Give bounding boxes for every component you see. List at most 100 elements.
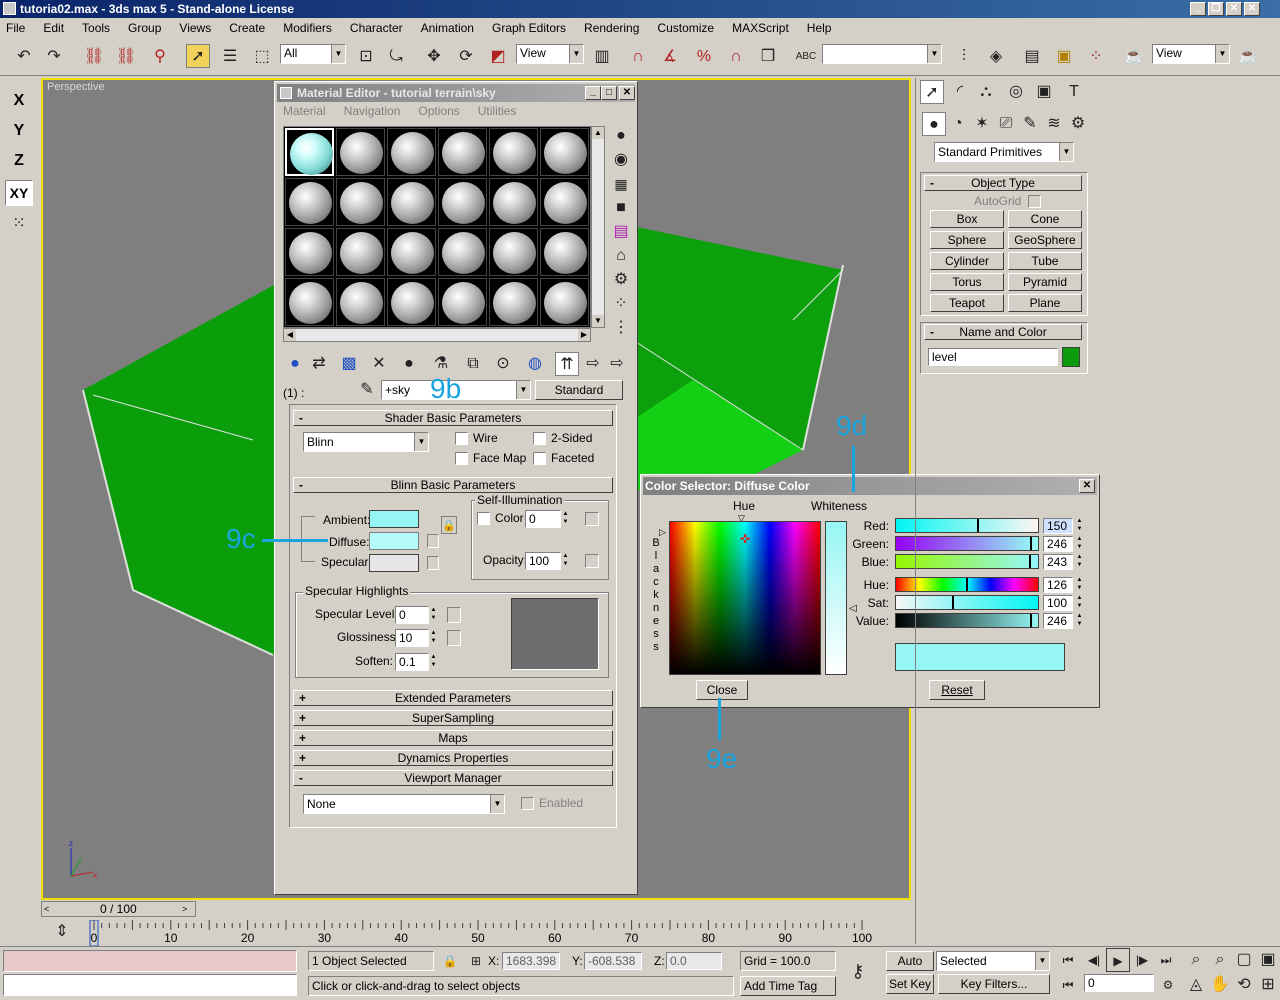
tube-button[interactable]: Tube [1008,252,1082,270]
sample-slot[interactable] [438,278,487,326]
minimize-button[interactable]: _ [585,86,601,100]
rollout-extended-parameters[interactable]: + Extended Parameters [293,690,613,706]
make-preview-icon[interactable]: ⌂ [609,244,633,268]
opacity-map-button[interactable] [585,554,599,568]
snap-toggle-icon[interactable]: ∩ [626,45,650,69]
rollout-dynamics-properties[interactable]: + Dynamics Properties [293,750,613,766]
key-filters-button[interactable]: Key Filters... [938,974,1050,994]
select-and-rotate-icon[interactable]: ⟳ [454,45,478,69]
display-tab-icon[interactable]: ▣ [1032,80,1056,104]
zoom-icon[interactable]: ⌕ [1184,948,1208,972]
arc-rotate-icon[interactable]: ⟲ [1232,973,1256,997]
undo-icon[interactable]: ↶ [12,45,36,69]
menu-modifiers[interactable]: Modifiers [283,21,332,35]
axis-x-button[interactable]: X [5,88,33,114]
select-and-link-icon[interactable]: ⛓ [82,45,106,69]
sample-slot[interactable] [387,278,436,326]
sample-slot[interactable] [540,178,589,226]
current-frame-field[interactable]: 0 [1084,974,1154,992]
z-coord-field[interactable]: 0.0 [666,952,722,970]
me-menu-options[interactable]: Options [418,104,459,118]
field-of-view-icon[interactable]: ◬ [1184,973,1208,997]
sample-slot[interactable] [489,178,538,226]
select-by-material-icon[interactable]: ⁘ [609,292,633,316]
time-config-icon[interactable]: ⚙ [1156,973,1180,997]
systems-icon[interactable]: ⚙ [1066,112,1090,136]
menu-views[interactable]: Views [179,21,211,35]
viewport-manager-dropdown[interactable]: None ▼ [303,794,505,814]
cylinder-button[interactable]: Cylinder [930,252,1004,270]
axis-xy-button[interactable]: XY [5,180,33,206]
next-frame-icon[interactable]: |▶ [1130,948,1154,972]
spinner-snap-icon[interactable]: ∩ [724,45,748,69]
shader-dropdown[interactable]: Blinn ▼ [303,432,429,452]
select-object-icon[interactable]: ➚ [186,44,210,68]
teapot-button[interactable]: Teapot [930,294,1004,312]
faceted-checkbox[interactable] [533,452,546,465]
object-type-rollout[interactable]: - Object Type [924,175,1082,191]
menu-file[interactable]: File [6,21,25,35]
menu-graph-editors[interactable]: Graph Editors [492,21,566,35]
show-map-in-viewport-icon[interactable]: ⊙ [491,352,515,376]
unlink-icon[interactable]: ⛓ [114,45,138,69]
assign-material-icon[interactable]: ▩ [337,352,361,376]
zoom-extents-icon[interactable]: ▢ [1232,948,1256,972]
torus-button[interactable]: Torus [930,273,1004,291]
menu-tools[interactable]: Tools [82,21,110,35]
blinn-basic-params-rollout[interactable]: - Blinn Basic Parameters [293,477,613,493]
specular-swatch[interactable] [369,554,419,572]
wire-checkbox[interactable] [455,432,468,445]
sample-slot[interactable] [387,128,436,176]
play-icon[interactable]: ▶ [1106,948,1130,972]
sample-slot[interactable] [489,128,538,176]
put-material-icon[interactable]: ⇄ [307,352,331,376]
sphere-button[interactable]: Sphere [930,231,1004,249]
hierarchy-tab-icon[interactable]: ⛬ [974,80,998,104]
maximize-viewport-icon[interactable]: ⊞ [1256,973,1280,997]
sample-slot[interactable] [387,178,436,226]
make-unique-icon[interactable]: ● [397,352,421,376]
go-to-parent-icon[interactable]: ⇈ [555,352,579,376]
object-category-dropdown[interactable]: Standard Primitives ▼ [934,142,1074,162]
rectangular-selection-icon[interactable]: ⬚ [250,45,274,69]
menu-group[interactable]: Group [128,21,161,35]
hue-blackness-picker[interactable]: ✜ [669,521,821,675]
sample-slot[interactable] [285,228,334,276]
go-to-start-icon[interactable]: ⏮ [1056,948,1080,972]
abc-selection-icon[interactable]: ABC [794,45,818,69]
rollout-supersampling[interactable]: + SuperSampling [293,710,613,726]
selection-filter-dropdown[interactable]: All ▼ [280,44,346,64]
autogrid-checkbox[interactable] [1028,195,1041,208]
pyramid-button[interactable]: Pyramid [1008,273,1082,291]
material-type-button[interactable]: Standard [535,380,623,400]
minimize-button[interactable]: _ [1190,2,1206,16]
me-menu-utilities[interactable]: Utilities [478,104,517,118]
edit-named-selection-icon[interactable]: ❒ [756,45,780,69]
create-tab-icon[interactable]: ➚ [920,80,944,104]
select-and-rotate-tool-icon[interactable]: ⤿ [384,45,408,69]
maxscript-listener-white[interactable] [3,974,297,996]
plane-button[interactable]: Plane [1008,294,1082,312]
sample-slot[interactable] [438,228,487,276]
pan-icon[interactable]: ✋ [1208,973,1232,997]
key-mode-toggle-icon[interactable]: ⏮ [1056,973,1080,997]
helpers-icon[interactable]: ✎ [1018,112,1042,136]
cone-button[interactable]: Cone [1008,210,1082,228]
sample-slot[interactable] [489,228,538,276]
select-and-move-icon[interactable]: ✥ [422,45,446,69]
track-view-icon[interactable]: ▤ [1020,45,1044,69]
sample-slot-hscroll[interactable]: ◀ ▶ [283,328,591,342]
motion-tab-icon[interactable]: ◎ [1004,80,1028,104]
opacity-field[interactable]: 100 [525,552,561,570]
specular-level-field[interactable]: 0 [395,606,429,624]
lock-icon[interactable]: 🔒 [441,516,457,534]
sample-slot[interactable] [540,278,589,326]
sample-slot[interactable] [438,128,487,176]
reference-coord-dropdown[interactable]: View ▼ [516,44,584,64]
video-color-check-icon[interactable]: ▤ [609,220,633,244]
menu-edit[interactable]: Edit [43,21,64,35]
ambient-swatch[interactable] [369,510,419,528]
two-sided-checkbox[interactable] [533,432,546,445]
close-app-button[interactable]: ✕ [1244,2,1260,16]
mirror-icon[interactable]: ⫶ [952,45,976,69]
